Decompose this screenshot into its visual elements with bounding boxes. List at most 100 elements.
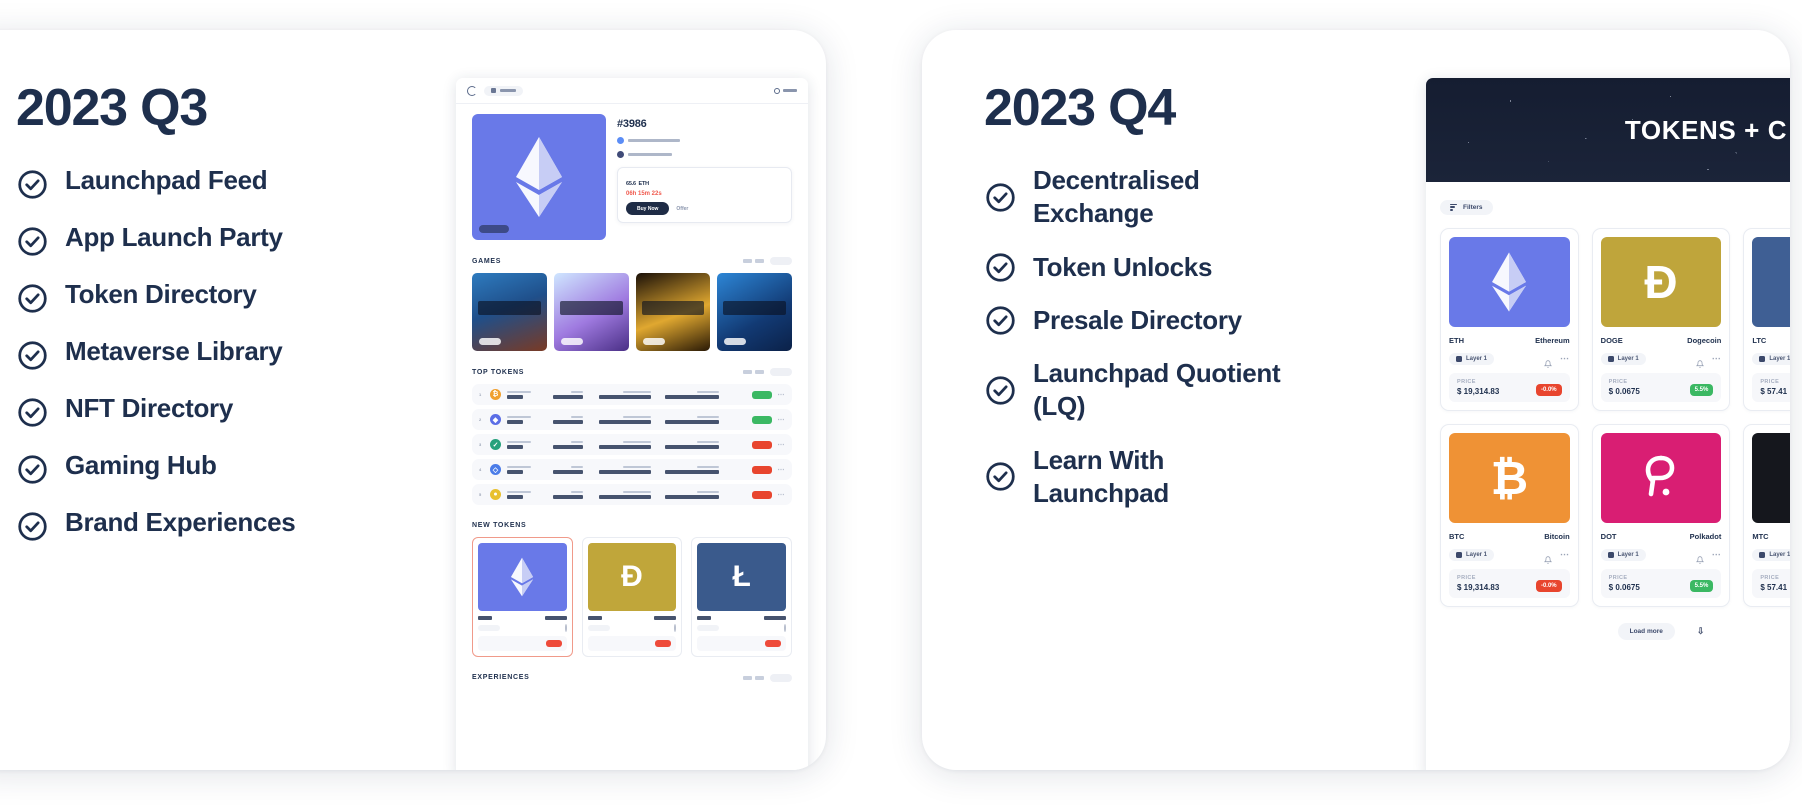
token-card[interactable]: DOT Polkadot Layer 1 ⋯ PRICE $ 0.0675 5.… [1591, 423, 1731, 607]
overflow-menu-icon[interactable]: ⋯ [1712, 550, 1722, 558]
token-volume-cell [657, 415, 719, 424]
token-name: Polkadot [1689, 531, 1722, 541]
row-menu-icon[interactable]: ⋯ [778, 416, 786, 424]
token-price-row [478, 635, 567, 651]
view-all-tokens-button[interactable] [770, 368, 792, 376]
launchpad-app-screenshot: #3986 65.6 ETH 06h 15m 22s Buy Now Offer… [456, 78, 808, 770]
token-meta-row [478, 623, 567, 632]
list-item: Metaverse Library [16, 335, 414, 372]
row-menu-icon[interactable]: ⋯ [778, 466, 786, 474]
token-price-row: PRICE $ 0.0675 5.5% [1600, 372, 1722, 402]
token-rank: 4 [479, 467, 482, 472]
token-price-row: PRICE $ 57.41 0.8% [1752, 568, 1790, 598]
layer-tag: Layer 1 [1600, 548, 1646, 561]
nft-price-value: 65.6 [626, 181, 636, 187]
token-name: Dogecoin [1687, 335, 1722, 345]
bell-icon[interactable] [564, 623, 567, 632]
price-label: PRICE [1457, 574, 1476, 581]
game-card[interactable] [635, 273, 711, 351]
token-name-row [478, 616, 567, 620]
bell-icon[interactable] [784, 623, 787, 632]
price-value: $ 0.0675 [1608, 386, 1640, 396]
new-tokens-section-header: NEW TOKENS [472, 522, 792, 529]
feature-label: Launchpad Feed [65, 165, 268, 195]
view-all-experiences-button[interactable] [770, 673, 792, 682]
bell-icon[interactable] [1543, 355, 1553, 368]
load-more-button[interactable]: Load more [1617, 622, 1675, 640]
token-price-row: PRICE $ 19,314.83 -0.0% [1449, 372, 1570, 402]
token-marketcap-cell [589, 490, 651, 499]
token-card[interactable]: ETH Ethereum Layer 1 ⋯ PRICE $ 19,314.83… [1440, 227, 1579, 411]
list-item: Launchpad Feed [16, 164, 414, 201]
offer-button[interactable]: Offer [676, 206, 688, 212]
token-card[interactable]: ◈ MTC Metacoin Layer 1 ⋯ [1743, 423, 1790, 607]
download-icon[interactable]: ⇩ [1697, 626, 1705, 637]
filter-icon [1450, 203, 1457, 211]
account-label-placeholder [783, 89, 797, 92]
layer-icon [1607, 355, 1614, 362]
list-item: Launchpad Quotient (LQ) [984, 357, 1382, 424]
row-menu-icon[interactable]: ⋯ [778, 491, 786, 499]
bell-icon[interactable] [1695, 551, 1705, 564]
view-toggle[interactable] [743, 259, 764, 263]
layer-icon [1759, 355, 1766, 362]
game-card[interactable] [717, 273, 792, 351]
menu-pill[interactable] [484, 85, 523, 96]
bell-icon[interactable] [674, 623, 677, 632]
new-token-card[interactable]: Đ [581, 537, 683, 657]
token-volume-cell [657, 490, 719, 499]
token-name: Bitcoin [1544, 531, 1570, 541]
table-row[interactable]: 1 ₿ ⋯ [472, 384, 792, 405]
banner-title: TOKENS + C [1426, 78, 1790, 182]
token-card[interactable]: Ł LTC Litecoin Layer 1 ⋯ [1743, 227, 1790, 411]
new-token-card[interactable]: Ł [691, 537, 793, 657]
table-row[interactable]: 4 ◇ ⋯ [472, 459, 792, 480]
feature-label: Brand Experiences [65, 507, 296, 537]
token-meta-row: Layer 1 ⋯ [1449, 352, 1570, 368]
bell-icon[interactable] [1543, 551, 1553, 564]
table-row[interactable]: 5 ● ⋯ [472, 484, 792, 505]
metacoin-logo-icon: ◈ [1752, 432, 1790, 523]
roadmap-card-q4: 2023 Q4 Decentralised Exchange Token Unl… [922, 30, 1790, 770]
layer-icon [1456, 355, 1462, 362]
filters-button[interactable]: Filters [1440, 199, 1493, 215]
overflow-menu-icon[interactable]: ⋯ [1712, 354, 1722, 362]
grid-view-icon [743, 370, 752, 374]
litecoin-logo-icon: Ł [1752, 236, 1790, 327]
bell-icon[interactable] [1695, 355, 1705, 368]
overflow-menu-icon[interactable]: ⋯ [1560, 354, 1570, 362]
change-badge [765, 639, 782, 647]
filters-label: Filters [1463, 203, 1483, 211]
token-price-row: PRICE $ 0.0675 5.5% [1600, 568, 1722, 598]
token-card[interactable]: ₿ BTC Bitcoin Layer 1 ⋯ PRICE $ 19,314.8… [1440, 423, 1579, 607]
token-view-toggle[interactable] [743, 370, 764, 374]
list-view-icon [755, 675, 764, 680]
game-card[interactable] [472, 273, 547, 351]
buy-now-button[interactable]: Buy Now [626, 202, 670, 215]
row-menu-icon[interactable]: ⋯ [778, 391, 786, 399]
row-menu-icon[interactable]: ⋯ [778, 441, 786, 449]
roadmap-card-q3: 2023 Q3 Launchpad Feed App Launch Party [0, 30, 826, 770]
price-label: PRICE [1760, 378, 1780, 385]
table-row[interactable]: 3 ✓ ⋯ [472, 434, 792, 455]
token-name-row [697, 616, 787, 620]
layer-tag [478, 624, 500, 631]
token-rank: 3 [479, 442, 482, 447]
price-value: $ 0.0675 [1608, 582, 1640, 592]
nft-artwork[interactable] [472, 114, 606, 240]
account-button[interactable] [774, 87, 797, 94]
list-view-icon [755, 370, 764, 374]
token-name-row: BTC Bitcoin [1449, 532, 1570, 541]
token-change-badge [751, 465, 772, 474]
token-meta-row: Layer 1 ⋯ [1600, 548, 1722, 564]
view-all-games-button[interactable] [770, 257, 792, 265]
table-row[interactable]: 2 ◆ ⋯ [472, 409, 792, 430]
games-section-header: GAMES [472, 257, 792, 265]
new-token-card[interactable] [472, 537, 573, 657]
experiences-view-toggle[interactable] [743, 675, 764, 680]
token-card[interactable]: Đ DOGE Dogecoin Layer 1 ⋯ PRICE $ 0.0675… [1591, 227, 1731, 411]
token-price-row: PRICE $ 57.41 0.8% [1752, 372, 1790, 402]
overflow-menu-icon[interactable]: ⋯ [1560, 550, 1570, 558]
polkadot-logo-icon [1600, 432, 1722, 523]
game-card[interactable] [553, 273, 629, 351]
